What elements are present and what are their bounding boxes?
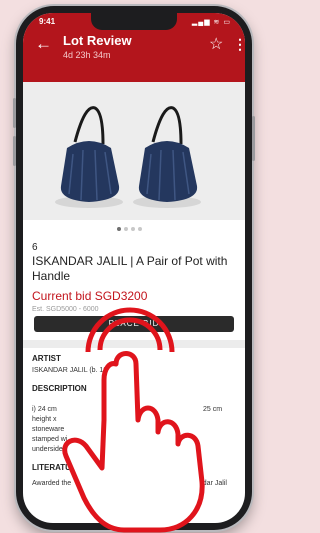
status-icons: ▂▄▆ ≋ ▭ <box>191 19 231 26</box>
header-titles: Lot Review 4d 23h 34m <box>63 33 132 60</box>
gallery-pagination[interactable] <box>117 227 145 231</box>
page-title: Lot Review <box>63 33 132 48</box>
volume-up-button <box>13 98 16 128</box>
countdown-timer: 4d 23h 34m <box>63 50 111 60</box>
lot-number: 6 <box>32 242 38 253</box>
place-bid-button[interactable]: PLACE BID <box>34 316 234 332</box>
current-bid: Current bid SGD3200 <box>32 289 148 303</box>
artist-name: ISKANDAR JALIL (b. 1940) <box>32 367 118 374</box>
literature-line: Awarded the <box>32 480 72 487</box>
phone-screen: 9:41 ▂▄▆ ≋ ▭ ← Lot Review 4d 23h 34m ☆ ⋮… <box>23 13 245 523</box>
section-divider <box>23 340 245 348</box>
literature-heading: LITERATURE <box>32 463 83 472</box>
pagination-dot[interactable] <box>138 227 142 231</box>
pagination-dot[interactable] <box>117 227 121 231</box>
artist-heading: ARTIST <box>32 354 61 363</box>
lot-title: ISKANDAR JALIL | A Pair of Pot with Hand… <box>32 254 228 283</box>
lot-image[interactable] <box>23 82 245 220</box>
power-button <box>252 116 255 161</box>
status-time: 9:41 <box>39 17 56 26</box>
volume-down-button <box>13 136 16 166</box>
pot-pair-photo <box>23 82 245 220</box>
description-line: underside each <box>32 446 80 453</box>
more-options-icon[interactable]: ⋮ <box>233 37 245 51</box>
description-heading: DESCRIPTION <box>32 384 87 393</box>
star-icon[interactable]: ☆ <box>209 37 223 53</box>
description-line: height x <box>32 416 57 423</box>
description-line: stoneware <box>32 426 65 433</box>
pagination-dot[interactable] <box>131 227 135 231</box>
description-dimension: 25 cm <box>203 406 223 413</box>
literature-line-end: skandar Jalil <box>188 480 227 487</box>
description-line: i) 24 cm <box>32 406 57 413</box>
estimate: Est. SGD5000 - 6000 <box>32 306 99 313</box>
description-line: stamped wi <box>32 436 68 443</box>
back-arrow-icon[interactable]: ← <box>35 35 52 52</box>
pagination-dot[interactable] <box>124 227 128 231</box>
notch <box>91 13 177 30</box>
